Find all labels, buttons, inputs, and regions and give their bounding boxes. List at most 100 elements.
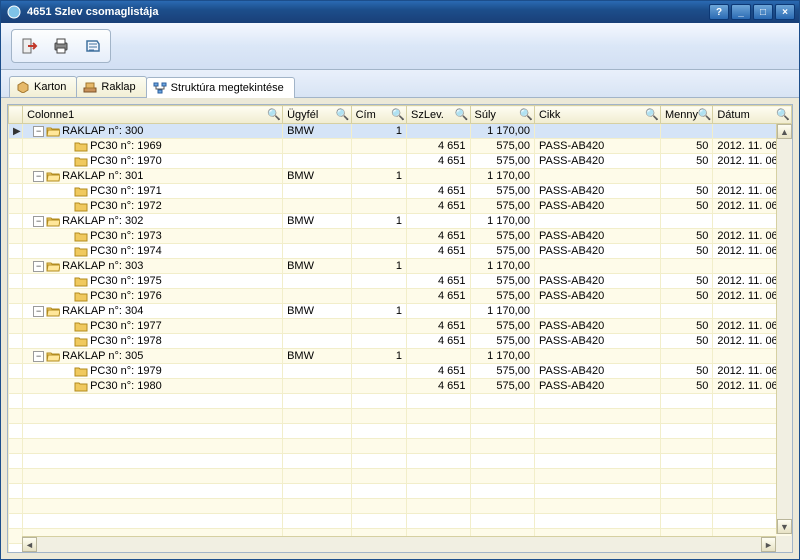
print-button[interactable] xyxy=(46,32,76,60)
cell-suly: 1 170,00 xyxy=(470,124,534,139)
box-row[interactable]: PC30 n°: 19784 651575,00PASS-AB420502012… xyxy=(9,334,792,349)
folder-icon xyxy=(74,185,88,197)
cell-szlev xyxy=(407,169,470,184)
magnifier-icon[interactable]: 🔍 xyxy=(520,108,532,120)
col-suly[interactable]: Súly🔍 xyxy=(470,106,534,124)
box-label: PC30 n°: 1980 xyxy=(90,380,162,392)
box-row[interactable]: PC30 n°: 19754 651575,00PASS-AB420502012… xyxy=(9,274,792,289)
collapse-toggle[interactable]: − xyxy=(33,306,44,317)
magnifier-icon[interactable]: 🔍 xyxy=(698,108,710,120)
cell-szlev xyxy=(407,214,470,229)
cell-cikk: PASS-AB420 xyxy=(534,379,660,394)
box-label: PC30 n°: 1973 xyxy=(90,230,162,242)
pallet-row[interactable]: −RAKLAP n°: 304BMW11 170,00 xyxy=(9,304,792,319)
pallet-row[interactable]: ▶−RAKLAP n°: 300BMW11 170,00 xyxy=(9,124,792,139)
cell-menny: 50 xyxy=(660,319,712,334)
tree-grid[interactable]: Colonne1🔍 Ügyfél🔍 Cím🔍 SzLev.🔍 Súly🔍 Cik… xyxy=(7,104,793,553)
cell-ugyfel: BMW xyxy=(283,169,352,184)
col-cim[interactable]: Cím🔍 xyxy=(351,106,406,124)
cell-suly: 1 170,00 xyxy=(470,214,534,229)
tab-raklap[interactable]: Raklap xyxy=(76,76,146,97)
scroll-down-button[interactable]: ▼ xyxy=(777,519,792,534)
collapse-toggle[interactable]: − xyxy=(33,351,44,362)
collapse-toggle[interactable]: − xyxy=(33,126,44,137)
export-button[interactable] xyxy=(78,32,108,60)
empty-row xyxy=(9,469,792,484)
folder-icon xyxy=(74,230,88,242)
maximize-button[interactable]: □ xyxy=(753,4,773,20)
horizontal-scrollbar[interactable]: ◄ ► xyxy=(22,536,776,552)
tab-karton-label: Karton xyxy=(34,81,66,93)
magnifier-icon[interactable]: 🔍 xyxy=(646,108,658,120)
box-row[interactable]: PC30 n°: 19764 651575,00PASS-AB420502012… xyxy=(9,289,792,304)
scroll-right-button[interactable]: ► xyxy=(761,537,776,552)
col-szlev[interactable]: SzLev.🔍 xyxy=(407,106,470,124)
col-rowmarker[interactable] xyxy=(9,106,23,124)
close-button[interactable]: × xyxy=(775,4,795,20)
pallet-row[interactable]: −RAKLAP n°: 302BMW11 170,00 xyxy=(9,214,792,229)
col-menny[interactable]: Menny🔍 xyxy=(660,106,712,124)
tab-structure-label: Struktúra megtekintése xyxy=(171,82,284,94)
cell-cikk xyxy=(534,304,660,319)
pallet-label: RAKLAP n°: 301 xyxy=(62,170,143,182)
box-row[interactable]: PC30 n°: 19704 651575,00PASS-AB420502012… xyxy=(9,154,792,169)
cell-cikk: PASS-AB420 xyxy=(534,364,660,379)
collapse-toggle[interactable]: − xyxy=(33,261,44,272)
pallet-row[interactable]: −RAKLAP n°: 303BMW11 170,00 xyxy=(9,259,792,274)
col-ugyfel[interactable]: Ügyfél🔍 xyxy=(283,106,352,124)
cell-menny: 50 xyxy=(660,334,712,349)
box-row[interactable]: PC30 n°: 19734 651575,00PASS-AB420502012… xyxy=(9,229,792,244)
collapse-toggle[interactable]: − xyxy=(33,216,44,227)
pallet-row[interactable]: −RAKLAP n°: 305BMW11 170,00 xyxy=(9,349,792,364)
pallet-label: RAKLAP n°: 302 xyxy=(62,215,143,227)
cell-cikk xyxy=(534,169,660,184)
box-row[interactable]: PC30 n°: 19694 651575,00PASS-AB420502012… xyxy=(9,139,792,154)
tab-karton[interactable]: Karton xyxy=(9,76,77,97)
box-label: PC30 n°: 1972 xyxy=(90,200,162,212)
box-row[interactable]: PC30 n°: 19794 651575,00PASS-AB420502012… xyxy=(9,364,792,379)
magnifier-icon[interactable]: 🔍 xyxy=(777,108,789,120)
col-colonne1[interactable]: Colonne1🔍 xyxy=(23,106,283,124)
vertical-scrollbar[interactable]: ▲ ▼ xyxy=(776,124,792,534)
row-marker xyxy=(9,304,23,319)
box-row[interactable]: PC30 n°: 19724 651575,00PASS-AB420502012… xyxy=(9,199,792,214)
folder-icon xyxy=(74,200,88,212)
cell-szlev xyxy=(407,124,470,139)
magnifier-icon[interactable]: 🔍 xyxy=(392,108,404,120)
scroll-left-button[interactable]: ◄ xyxy=(22,537,37,552)
box-row[interactable]: PC30 n°: 19804 651575,00PASS-AB420502012… xyxy=(9,379,792,394)
cell-suly: 575,00 xyxy=(470,154,534,169)
cell-suly: 575,00 xyxy=(470,244,534,259)
minimize-button[interactable]: _ xyxy=(731,4,751,20)
cell-menny xyxy=(660,214,712,229)
box-row[interactable]: PC30 n°: 19774 651575,00PASS-AB420502012… xyxy=(9,319,792,334)
help-button[interactable]: ? xyxy=(709,4,729,20)
tab-structure[interactable]: Struktúra megtekintése xyxy=(146,77,295,98)
collapse-toggle[interactable]: − xyxy=(33,171,44,182)
col-cikk[interactable]: Cikk🔍 xyxy=(534,106,660,124)
scroll-up-button[interactable]: ▲ xyxy=(777,124,792,139)
box-label: PC30 n°: 1979 xyxy=(90,365,162,377)
title-bar[interactable]: 4651 Szlev csomaglistája ? _ □ × xyxy=(1,1,799,23)
empty-row xyxy=(9,499,792,514)
cell-menny xyxy=(660,304,712,319)
cell-menny: 50 xyxy=(660,154,712,169)
cell-menny xyxy=(660,169,712,184)
magnifier-icon[interactable]: 🔍 xyxy=(337,108,349,120)
magnifier-icon[interactable]: 🔍 xyxy=(268,108,280,120)
cell-suly: 1 170,00 xyxy=(470,259,534,274)
folder-icon xyxy=(74,155,88,167)
col-datum[interactable]: Dátum🔍 xyxy=(713,106,792,124)
box-row[interactable]: PC30 n°: 19714 651575,00PASS-AB420502012… xyxy=(9,184,792,199)
cell-ugyfel: BMW xyxy=(283,304,352,319)
toolbar xyxy=(1,23,799,70)
cell-cikk: PASS-AB420 xyxy=(534,244,660,259)
pallet-row[interactable]: −RAKLAP n°: 301BMW11 170,00 xyxy=(9,169,792,184)
box-row[interactable]: PC30 n°: 19744 651575,00PASS-AB420502012… xyxy=(9,244,792,259)
exit-button[interactable] xyxy=(14,32,44,60)
cell-cikk xyxy=(534,214,660,229)
folder-open-icon xyxy=(46,305,60,317)
magnifier-icon[interactable]: 🔍 xyxy=(456,108,468,120)
empty-row xyxy=(9,454,792,469)
row-marker xyxy=(9,349,23,364)
